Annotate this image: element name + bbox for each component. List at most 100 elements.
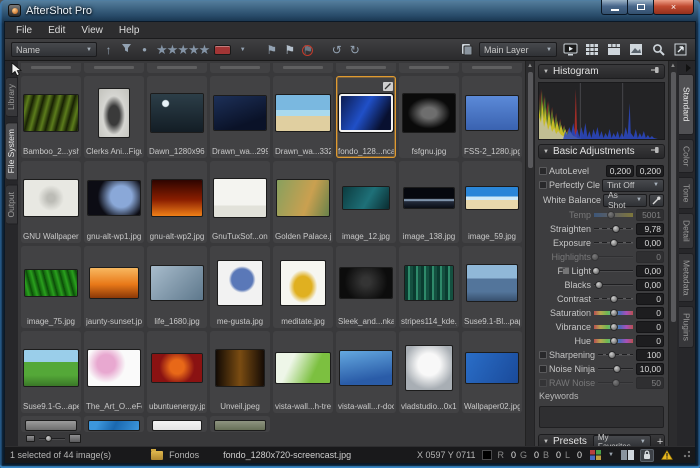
noise-ninja-checkbox[interactable] xyxy=(539,365,547,373)
magnifier-icon[interactable] xyxy=(649,41,667,58)
fill-light-slider[interactable] xyxy=(593,266,634,276)
perfectly-clear-checkbox[interactable] xyxy=(539,181,547,189)
sharpening-slider-thumb[interactable] xyxy=(608,351,616,359)
lock-icon[interactable] xyxy=(640,449,654,462)
noise-ninja-slider[interactable] xyxy=(597,364,634,374)
color-management-icon[interactable] xyxy=(588,449,602,462)
thumbnail-cell[interactable]: vista-wall...h-tree.jpg xyxy=(273,331,333,413)
right-tab-color[interactable]: Color xyxy=(679,139,694,173)
thumbnail-cell-partial[interactable] xyxy=(210,63,270,73)
no-flag-icon[interactable]: ⚑ xyxy=(301,44,314,56)
saturation-slider[interactable] xyxy=(593,308,634,318)
grid-scrollbar-thumb[interactable] xyxy=(528,72,533,168)
thumbnail-cell[interactable]: image_75.jpg xyxy=(21,246,81,328)
thumbnail-cell[interactable]: Clerks Ani...Figure.jpg xyxy=(84,76,144,158)
thumbnail-cell[interactable]: Wallpaper02.jpg xyxy=(462,331,522,413)
raw-noise-value[interactable]: 50 xyxy=(636,377,664,389)
title-bar[interactable]: AfterShot Pro × xyxy=(4,0,696,21)
eyedropper-button[interactable] xyxy=(649,194,664,207)
thumbnail-cell[interactable]: image_12.jpg xyxy=(336,161,396,243)
image-view-icon[interactable] xyxy=(627,41,645,58)
autolevel-value-1[interactable]: 0,200 xyxy=(606,165,634,177)
thumbnail-cell-partial[interactable] xyxy=(84,416,144,432)
left-tab-file-system[interactable]: File System xyxy=(6,122,18,180)
exposure-slider-thumb[interactable] xyxy=(610,239,618,247)
straighten-slider[interactable] xyxy=(593,224,634,234)
blacks-slider-thumb[interactable] xyxy=(595,281,603,289)
thumbnail-cell[interactable]: jaunty-sunset.jpg xyxy=(84,246,144,328)
right-tab-tone[interactable]: Tone xyxy=(679,177,694,209)
layer-select-dropdown[interactable]: Main Layer ▼ xyxy=(479,42,557,57)
blacks-value[interactable]: 0,00 xyxy=(636,279,664,291)
presets-filter-dropdown[interactable]: My Favorites ▼ xyxy=(593,435,651,446)
menu-file[interactable]: File xyxy=(8,24,40,37)
maximize-button[interactable] xyxy=(627,0,654,15)
thumbnail-cell[interactable]: image_138.jpg xyxy=(399,161,459,243)
sort-by-dropdown[interactable]: Name ▼ xyxy=(11,42,97,57)
right-panel-collapse-arrow[interactable] xyxy=(686,64,691,72)
star-icon[interactable]: ★ xyxy=(199,42,210,57)
panel-scrollbar[interactable]: ▲ xyxy=(668,61,677,446)
fill-light-value[interactable]: 0,00 xyxy=(636,265,664,277)
presets-header[interactable]: ▼ Presets My Favorites ▼ + xyxy=(538,434,665,446)
vibrance-slider[interactable] xyxy=(593,322,634,332)
vibrance-value[interactable]: 0 xyxy=(636,321,664,333)
star-icon[interactable]: ★ xyxy=(188,42,199,57)
resize-grip[interactable] xyxy=(682,451,690,459)
exposure-value[interactable]: 0,00 xyxy=(636,237,664,249)
collapse-icon[interactable]: ▼ xyxy=(543,149,549,155)
pin-icon[interactable] xyxy=(651,146,660,157)
thumbnail-cell[interactable]: vista-wall...r-dock.jpg xyxy=(336,331,396,413)
scroll-up-icon[interactable]: ▲ xyxy=(527,62,533,70)
menu-view[interactable]: View xyxy=(73,24,111,37)
warning-icon[interactable] xyxy=(660,449,674,462)
raw-noise-slider-thumb[interactable] xyxy=(612,379,620,387)
chevron-down-icon[interactable]: ▼ xyxy=(608,452,614,458)
histogram-header[interactable]: ▼ Histogram xyxy=(538,64,665,79)
thumbnail-cell[interactable]: Unveil.jpeg xyxy=(210,331,270,413)
thumbnail-cell[interactable]: fsfgnu.jpg xyxy=(399,76,459,158)
thumbnail-cell[interactable]: life_1680.jpg xyxy=(147,246,207,328)
star-icon[interactable]: ★ xyxy=(156,42,167,57)
saturation-slider-thumb[interactable] xyxy=(610,309,618,317)
keywords-input[interactable] xyxy=(539,406,664,428)
menu-edit[interactable]: Edit xyxy=(40,24,73,37)
thumbnail-cell-partial[interactable] xyxy=(147,63,207,73)
collapse-icon[interactable]: ▼ xyxy=(543,69,549,75)
thumbnail-cell[interactable]: me-gusta.jpg xyxy=(210,246,270,328)
right-tab-standard[interactable]: Standard xyxy=(679,74,694,135)
dual-image-icon[interactable] xyxy=(620,449,634,462)
thumbnail-cell[interactable]: Drawn_wa...332_.jpg xyxy=(273,76,333,158)
thumbnail-view-icon[interactable] xyxy=(583,41,601,58)
left-tab-output[interactable]: Output xyxy=(6,185,18,225)
zoom-slider-thumb[interactable] xyxy=(45,435,52,442)
zoom-slider[interactable] xyxy=(39,438,65,440)
thumbnail-cell[interactable]: The_Art_O...eFear.jpg xyxy=(84,331,144,413)
thumbnail-cell[interactable]: Suse9.1-G...apers.jpg xyxy=(21,331,81,413)
color-label-chevron-icon[interactable]: ▼ xyxy=(236,44,249,56)
thumbnail-cell-partial[interactable] xyxy=(84,63,144,73)
star-icon[interactable]: ★ xyxy=(177,42,188,57)
left-tab-library[interactable]: Library xyxy=(6,77,18,117)
thumbnail-cell-partial[interactable] xyxy=(147,416,207,432)
thumbnail-cell[interactable]: Golden Palace.jpg xyxy=(273,161,333,243)
straighten-slider-thumb[interactable] xyxy=(612,225,620,233)
zoom-out-thumb-icon[interactable] xyxy=(26,435,35,442)
star-rating[interactable]: ★★★★★ xyxy=(156,41,209,59)
pin-icon[interactable] xyxy=(651,66,660,77)
color-label-swatch[interactable] xyxy=(214,45,231,55)
contrast-slider-thumb[interactable] xyxy=(610,295,618,303)
sharpening-checkbox[interactable] xyxy=(539,351,547,359)
hue-value[interactable]: 0 xyxy=(636,335,664,347)
right-tab-plugins[interactable]: Plugins xyxy=(679,306,694,348)
thumbnail-cell[interactable]: Suse9.1-Bl...papers.jpg xyxy=(462,246,522,328)
thumbnail-cell[interactable]: FSS-2_1280.jpg xyxy=(462,76,522,158)
highlights-slider[interactable] xyxy=(593,252,634,262)
rotate-left-icon[interactable]: ↺ xyxy=(330,44,343,56)
star-icon[interactable]: ★ xyxy=(167,42,178,57)
autolevel-value-2[interactable]: 0,200 xyxy=(636,165,664,177)
thumbnail-cell[interactable]: Drawn_wa...299_.jpg xyxy=(210,76,270,158)
temp-value[interactable]: 5001 xyxy=(636,209,664,221)
filter-icon[interactable] xyxy=(120,43,133,56)
sharpening-slider[interactable] xyxy=(597,350,634,360)
